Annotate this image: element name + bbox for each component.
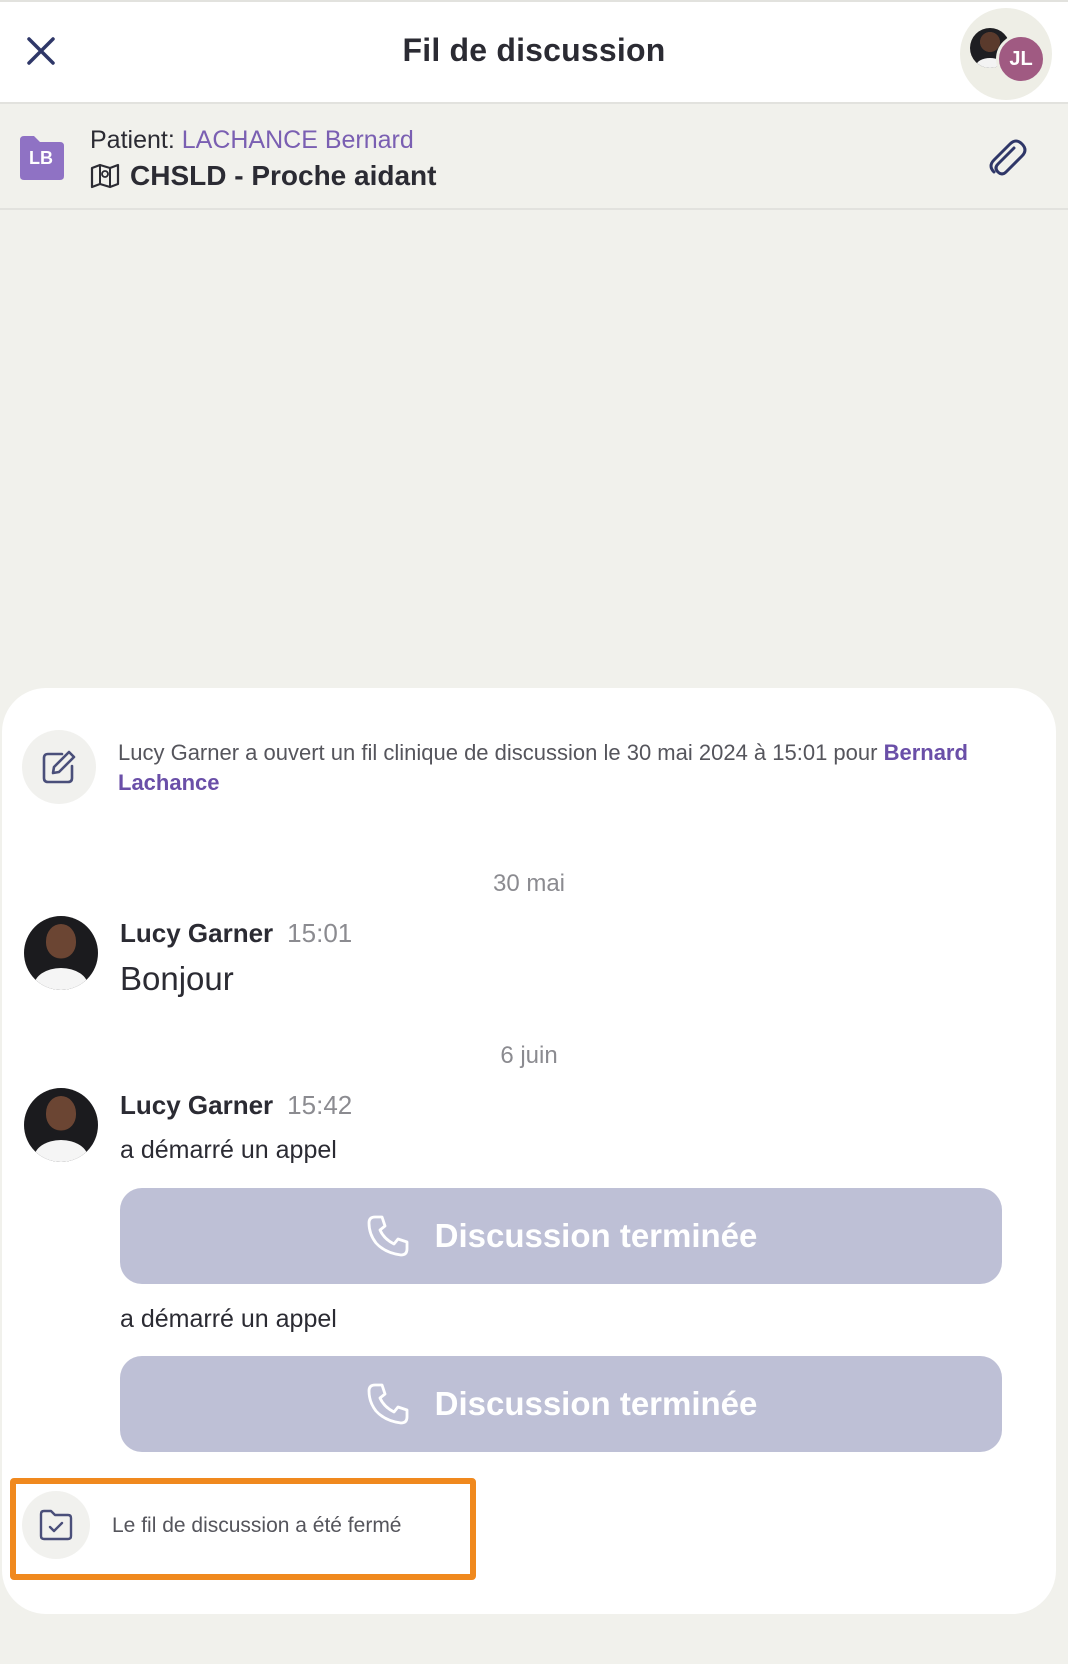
participants-avatars[interactable]: JL <box>960 8 1052 100</box>
patient-group: CHSLD - Proche aidant <box>90 160 436 192</box>
avatar-initials: JL <box>996 34 1046 84</box>
patient-name[interactable]: LACHANCE Bernard <box>182 126 414 154</box>
edit-icon <box>42 750 76 784</box>
call-status: Discussion terminée <box>434 1385 758 1422</box>
message-header: Lucy Garner 15:42 <box>120 1090 352 1121</box>
author-avatar <box>24 916 98 990</box>
top-bar: Fil de discussion JL <box>0 0 1068 104</box>
call-ended-button[interactable]: Discussion terminée <box>120 1188 1002 1284</box>
call-status: Discussion terminée <box>434 1217 758 1254</box>
author-avatar <box>24 1088 98 1162</box>
call-started-text: a démarré un appel <box>120 1136 337 1164</box>
thread-opened-text: Lucy Garner a ouvert un fil clinique de … <box>118 738 1018 798</box>
phone-icon <box>367 1383 409 1425</box>
conversation-card: Lucy Garner a ouvert un fil clinique de … <box>2 688 1056 1614</box>
phone-icon <box>367 1215 409 1257</box>
message-time: 15:42 <box>287 1090 353 1120</box>
highlight-annotation <box>10 1478 476 1580</box>
patient-folder-avatar: LB <box>16 134 66 182</box>
date-separator: 6 juin <box>500 1042 558 1069</box>
paperclip-icon <box>989 139 1027 176</box>
attachments-button[interactable] <box>982 134 1030 182</box>
patient-initials: LB <box>29 148 53 168</box>
date-separator: 30 mai <box>492 870 566 897</box>
message-author: Lucy Garner <box>120 1090 274 1120</box>
patient-bar: LB Patient: LACHANCE Bernard CHSLD - Pro… <box>0 104 1068 210</box>
group-name: CHSLD - Proche aidant <box>130 160 437 191</box>
patient-label: Patient: <box>90 126 182 154</box>
map-icon <box>90 163 120 189</box>
call-ended-button[interactable]: Discussion terminée <box>120 1356 1002 1452</box>
thread-opened-event: Lucy Garner a ouvert un fil clinique de … <box>22 730 1018 804</box>
edit-icon-wrapper <box>22 730 96 804</box>
message-text: Bonjour <box>120 960 234 997</box>
thread-opened-description: Lucy Garner a ouvert un fil clinique de … <box>118 740 884 765</box>
call-started-text: a démarré un appel <box>120 1305 337 1333</box>
patient-line: Patient: LACHANCE Bernard <box>90 126 414 155</box>
page-title: Fil de discussion <box>402 32 666 68</box>
message-header: Lucy Garner 15:01 <box>120 918 352 949</box>
message-time: 15:01 <box>287 918 353 948</box>
message-author: Lucy Garner <box>120 918 274 948</box>
